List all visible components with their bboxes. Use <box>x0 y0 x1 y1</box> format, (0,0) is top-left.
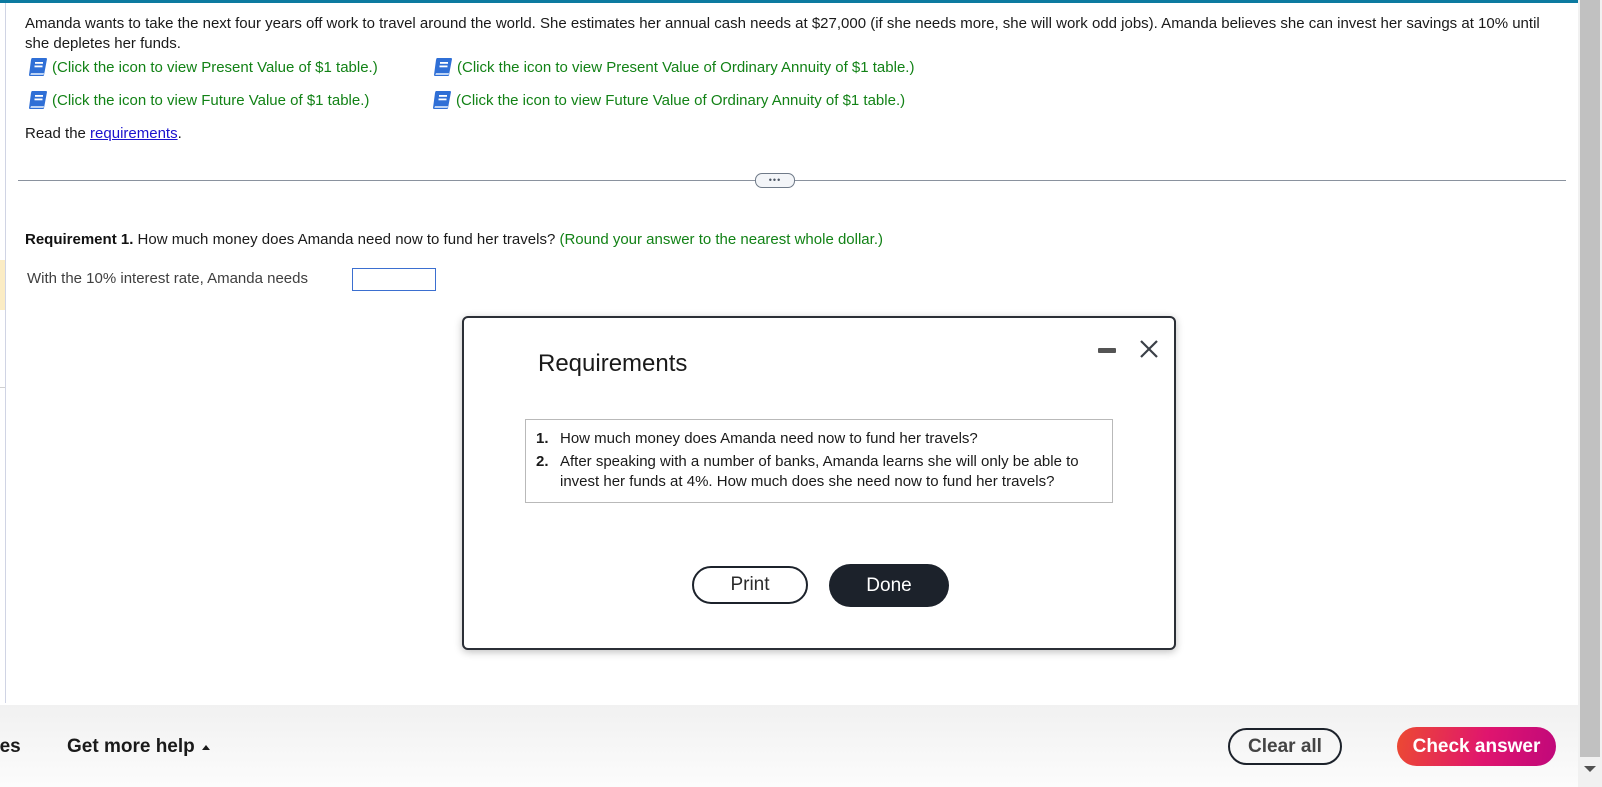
fv-annuity-table-link-label[interactable]: (Click the icon to view Future Value of … <box>456 92 905 109</box>
pv-annuity-table-link[interactable]: (Click the icon to view Present Value of… <box>432 56 914 78</box>
top-accent-bar <box>0 0 1580 3</box>
read-requirements-prefix: Read the <box>25 125 91 142</box>
requirement-number: 2. <box>536 453 549 470</box>
read-requirements-suffix: . <box>177 125 182 142</box>
clear-all-button[interactable]: Clear all <box>1228 728 1342 765</box>
left-panel-separator <box>0 387 5 388</box>
requirement-1-hint: (Round your answer to the nearest whole … <box>559 231 883 248</box>
get-more-help-label[interactable]: Get more help <box>67 736 195 758</box>
requirements-link[interactable]: requirements <box>90 125 178 142</box>
requirement-item: 1. How much money does Amanda need now t… <box>536 429 1102 449</box>
read-requirements: Read the requirements. <box>25 125 182 142</box>
fv-table-link-label[interactable]: (Click the icon to view Future Value of … <box>52 92 369 109</box>
answer-prompt: With the 10% interest rate, Amanda needs <box>27 270 308 287</box>
requirements-dialog: Requirements 1. How much money does Aman… <box>462 316 1176 650</box>
requirement-1-label: Requirement 1. <box>25 231 134 248</box>
done-button[interactable]: Done <box>829 564 949 607</box>
fv-annuity-table-link[interactable]: (Click the icon to view Future Value of … <box>431 89 905 111</box>
fv-table-link[interactable]: (Click the icon to view Future Value of … <box>27 89 369 111</box>
caret-up-icon <box>201 744 210 750</box>
requirement-1-prompt: Requirement 1. How much money does Amand… <box>25 231 883 248</box>
book-icon[interactable] <box>432 56 454 78</box>
expand-button[interactable]: ••• <box>755 173 795 188</box>
book-icon[interactable] <box>27 56 49 78</box>
pv-annuity-table-link-label[interactable]: (Click the icon to view Present Value of… <box>457 59 914 76</box>
question-text: Amanda wants to take the next four years… <box>25 15 1540 52</box>
requirement-1-question: How much money does Amanda need now to f… <box>133 231 560 248</box>
left-panel-highlight <box>0 260 5 310</box>
get-more-help-button[interactable]: Get more help <box>67 736 210 758</box>
minimize-icon[interactable] <box>1098 348 1116 353</box>
print-button[interactable]: Print <box>692 566 808 604</box>
requirement-item: 2. After speaking with a number of banks… <box>536 452 1102 492</box>
requirement-text: How much money does Amanda need now to f… <box>560 430 978 447</box>
dialog-title: Requirements <box>538 350 688 377</box>
close-icon[interactable] <box>1136 336 1162 362</box>
book-icon[interactable] <box>431 89 453 111</box>
requirement-text: After speaking with a number of banks, A… <box>560 453 1079 490</box>
pv-table-link-label[interactable]: (Click the icon to view Present Value of… <box>52 59 378 76</box>
requirement-number: 1. <box>536 430 549 447</box>
scroll-down-arrow-icon[interactable] <box>1584 766 1596 772</box>
vertical-scrollbar-thumb[interactable] <box>1580 0 1600 757</box>
left-panel-border <box>5 3 6 703</box>
book-icon[interactable] <box>27 89 49 111</box>
footer-partial-link[interactable]: ges <box>0 736 21 758</box>
pv-table-link[interactable]: (Click the icon to view Present Value of… <box>27 56 378 78</box>
more-dots-icon: ••• <box>768 175 782 185</box>
requirements-list: 1. How much money does Amanda need now t… <box>525 419 1113 503</box>
answer-input[interactable] <box>352 268 436 291</box>
check-answer-button[interactable]: Check answer <box>1397 727 1556 766</box>
